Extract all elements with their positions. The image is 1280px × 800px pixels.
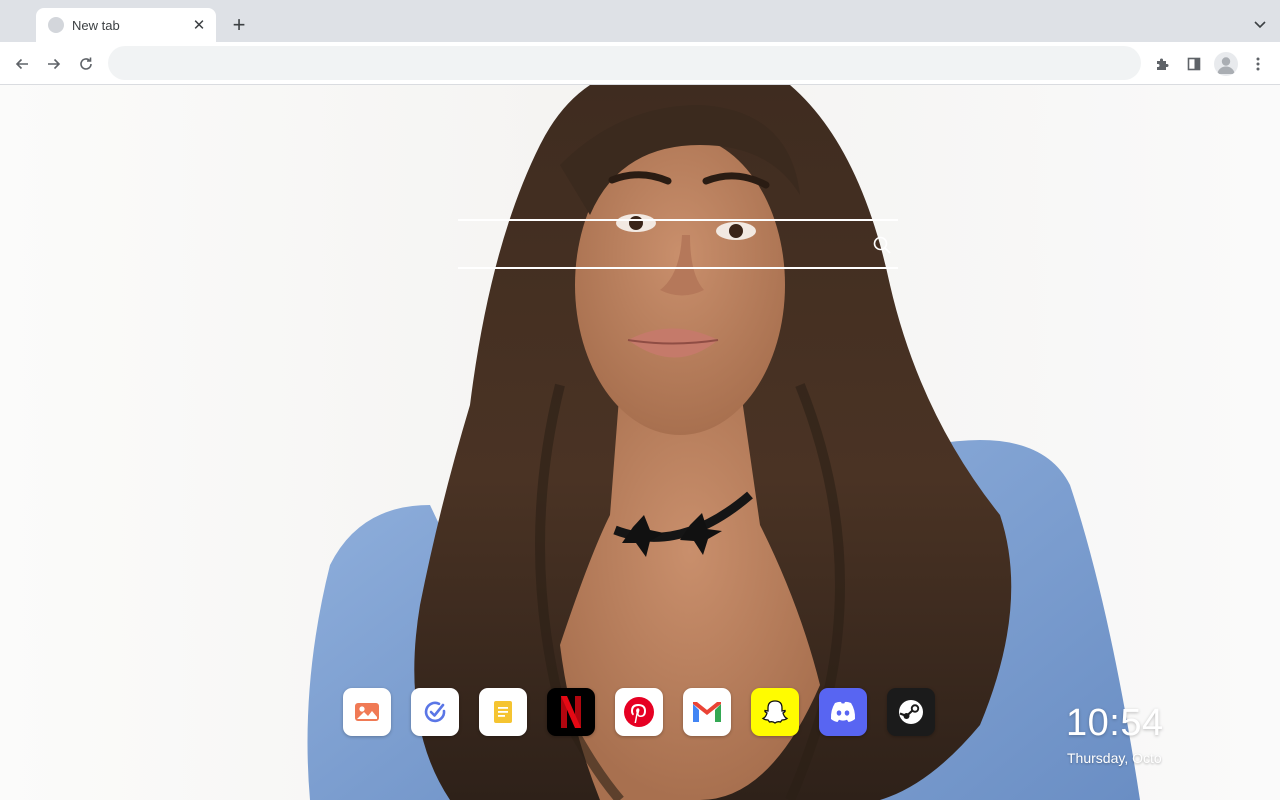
clock-time: 10:54	[1066, 702, 1164, 744]
netflix-icon[interactable]	[547, 688, 595, 736]
reload-icon[interactable]	[72, 50, 100, 78]
chevron-down-icon[interactable]	[1250, 14, 1270, 34]
search-icon[interactable]	[872, 235, 892, 255]
puzzle-piece-icon[interactable]	[1148, 50, 1176, 78]
checkmark-icon[interactable]	[411, 688, 459, 736]
clock-date: Thursday, Octo	[1067, 750, 1162, 766]
photos-icon[interactable]	[343, 688, 391, 736]
tab-strip: New tab ✕ +	[0, 0, 1280, 42]
side-panel-icon[interactable]	[1180, 50, 1208, 78]
back-arrow-icon[interactable]	[8, 50, 36, 78]
snapchat-icon[interactable]	[751, 688, 799, 736]
new-tab-button[interactable]: +	[226, 12, 252, 38]
new-tab-page: 10:54 Thursday, Octo	[0, 85, 1280, 800]
pinterest-icon[interactable]	[615, 688, 663, 736]
tab-favicon-icon	[48, 17, 64, 33]
search-input[interactable]	[458, 221, 898, 267]
toolbar	[0, 42, 1280, 85]
gmail-icon[interactable]	[683, 688, 731, 736]
discord-icon[interactable]	[819, 688, 867, 736]
search-box[interactable]	[458, 219, 898, 269]
tab-close-icon[interactable]: ✕	[190, 16, 208, 34]
kebab-menu-icon[interactable]	[1244, 50, 1272, 78]
shortcut-dock	[343, 688, 935, 736]
address-bar-input[interactable]	[108, 46, 1141, 80]
forward-arrow-icon[interactable]	[40, 50, 68, 78]
notes-icon[interactable]	[479, 688, 527, 736]
profile-avatar-icon[interactable]	[1214, 52, 1238, 76]
tab-new-tab[interactable]: New tab ✕	[36, 8, 216, 42]
steam-icon[interactable]	[887, 688, 935, 736]
tab-title: New tab	[72, 17, 120, 33]
